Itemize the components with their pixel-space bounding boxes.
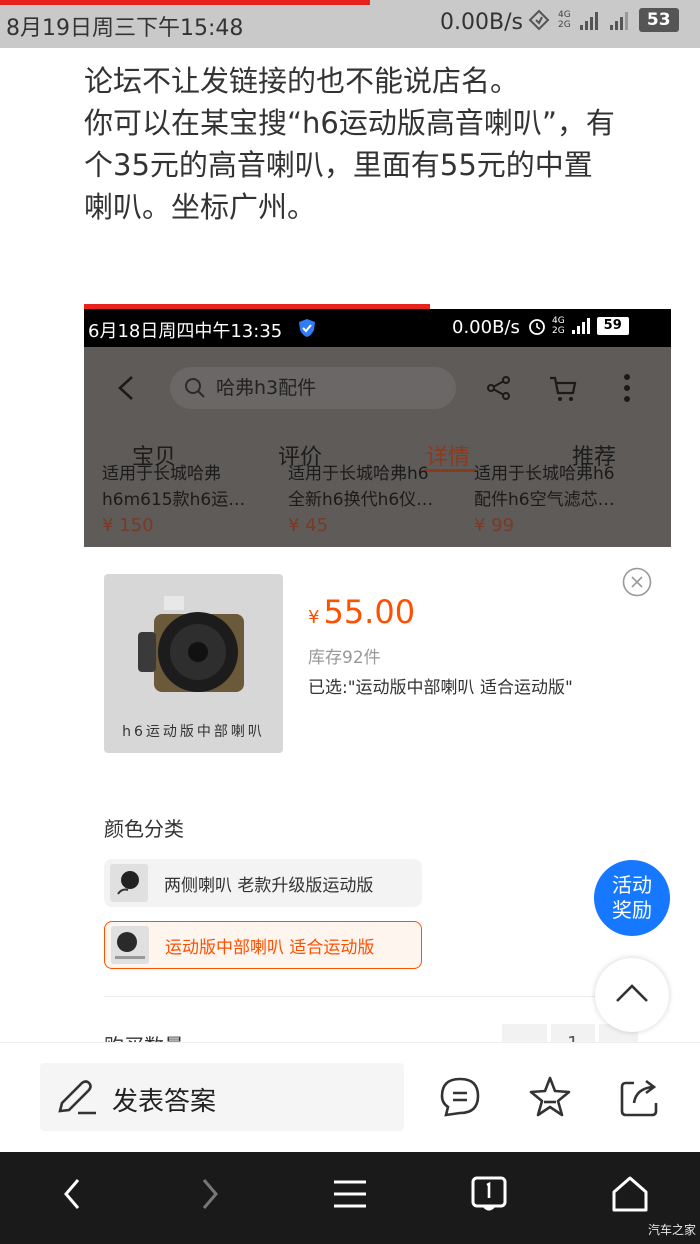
embedded-signal-icon	[571, 318, 590, 334]
currency-symbol: ¥	[308, 607, 320, 628]
embedded-network-speed: 0.00B/s	[452, 317, 520, 338]
embedded-search-box[interactable]: 哈弗h3配件	[170, 367, 456, 409]
status-icons: 4G 2G 53	[528, 8, 679, 32]
more-vertical-icon[interactable]	[622, 373, 632, 403]
home-icon[interactable]	[610, 1174, 650, 1214]
product-card[interactable]: 适用于长城哈弗h6 配件h6空气滤芯… ¥ 99	[474, 461, 644, 539]
product-price: ¥ 99	[474, 515, 515, 536]
activity-reward-badge[interactable]: 活动 奖励	[594, 860, 670, 936]
system-nav-bar: 汽车之家	[0, 1152, 700, 1244]
battery-indicator: 53	[638, 8, 679, 32]
embedded-network-type: 4G 2G	[552, 316, 565, 336]
signal-icon-2	[609, 12, 628, 30]
speaker-option-image	[117, 871, 139, 895]
alarm-clock-icon	[529, 319, 545, 335]
embedded-battery-indicator: 59	[596, 317, 629, 335]
loading-progress-line	[0, 0, 370, 5]
sku-selection-sheet: h6运动版中部喇叭 ¥55.00 库存92件 已选:"运动版中部喇叭 适合运动版…	[84, 547, 671, 1044]
signal-icon	[579, 12, 598, 30]
post-line: 论坛不让发链接的也不能说店名。	[84, 64, 520, 98]
badge-line-1: 活动	[612, 873, 652, 897]
search-placeholder: 哈弗h3配件	[216, 377, 317, 399]
speaker-product-image	[138, 596, 244, 692]
reply-input[interactable]: 发表答案	[40, 1063, 404, 1131]
post-line: 喇叭。坐标广州。	[84, 190, 317, 224]
post-line: 个35元的高音喇叭，里面有55元的中置	[84, 148, 593, 182]
product-card[interactable]: 适用于长城哈弗h6 全新h6换代h6仪… ¥ 45	[288, 461, 458, 539]
close-icon[interactable]	[622, 567, 652, 597]
product-title-top: 适用于长城哈弗h6	[288, 464, 429, 484]
product-thumbnail: h6运动版中部喇叭	[104, 574, 283, 753]
network-type-label: 4G 2G	[558, 10, 571, 30]
alarm-icon	[528, 9, 550, 31]
tabs-icon[interactable]	[470, 1174, 508, 1214]
price-value: 55.00	[323, 593, 416, 631]
watermark-logo: 汽车之家	[647, 1223, 696, 1237]
browser-forward-icon[interactable]	[198, 1174, 222, 1214]
star-favorite-icon[interactable]	[528, 1075, 572, 1119]
verified-shield-icon	[299, 319, 315, 337]
badge-line-2: 奖励	[612, 898, 652, 922]
status-bar: 8月19日周三下午15:48 0.00B/s 4G 2G 53	[0, 0, 700, 48]
thumbnail-caption: h6运动版中部喇叭	[122, 724, 265, 740]
embedded-screenshot[interactable]: 6月18日周四中午13:35 0.00B/s 4G 2G 59 哈弗h3配件 宝贝…	[84, 304, 671, 1044]
product-title: 全新h6换代h6仪…	[288, 490, 434, 510]
color-option-center-speaker[interactable]: 运动版中部喇叭 适合运动版	[104, 921, 422, 969]
embedded-status-time: 6月18日周四中午13:35	[88, 321, 283, 342]
status-time: 8月19日周三下午15:48	[6, 16, 244, 41]
embedded-product-strip: 适用于长城哈弗 h6m615款h6运… ¥ 150 适用于长城哈弗h6 全新h6…	[84, 464, 671, 555]
divider	[104, 996, 651, 997]
product-title: h6m615款h6运…	[102, 490, 246, 510]
pen-icon	[58, 1080, 96, 1115]
dimmed-product-page: 哈弗h3配件 宝贝 评价 详情 推荐 适用于长城哈弗 h6m615款h6运… ¥…	[84, 347, 671, 547]
product-title: 配件h6空气滤芯…	[474, 490, 615, 510]
reply-bar: 发表答案	[0, 1042, 700, 1152]
post-line: 你可以在某宝搜“h6运动版高音喇叭”，有	[84, 106, 615, 140]
product-title-top: 适用于长城哈弗	[102, 464, 221, 484]
color-option-side-speakers[interactable]: 两侧喇叭 老款升级版运动版	[104, 859, 422, 907]
menu-icon[interactable]	[332, 1174, 368, 1214]
browser-back-icon[interactable]	[60, 1174, 84, 1214]
option-label: 运动版中部喇叭 适合运动版	[165, 937, 375, 958]
speaker-option-image	[115, 932, 145, 959]
comment-icon[interactable]	[438, 1075, 482, 1119]
selected-price: ¥55.00	[308, 593, 415, 631]
product-price: ¥ 45	[288, 515, 329, 536]
quantity-decrease[interactable]	[502, 1024, 547, 1044]
post-body: 论坛不让发链接的也不能说店名。 你可以在某宝搜“h6运动版高音喇叭”，有 个35…	[84, 60, 684, 228]
embedded-status-bar: 6月18日周四中午13:35 0.00B/s 4G 2G 59	[84, 309, 671, 347]
status-network-speed: 0.00B/s	[440, 10, 523, 35]
search-icon	[185, 378, 205, 398]
embedded-top-bar: 哈弗h3配件	[84, 347, 671, 427]
product-price: ¥ 150	[102, 515, 154, 536]
embedded-status-icons: 4G 2G 59	[528, 316, 629, 336]
cart-icon[interactable]	[548, 375, 578, 403]
scroll-to-top-button[interactable]	[595, 958, 669, 1032]
embedded-network-4g: 4G	[552, 316, 565, 326]
option-label: 两侧喇叭 老款升级版运动版	[164, 875, 374, 896]
network-4g: 4G	[558, 10, 571, 20]
share-out-icon[interactable]	[618, 1075, 662, 1119]
reply-placeholder: 发表答案	[112, 1087, 217, 1117]
color-section-title: 颜色分类	[104, 817, 184, 841]
product-title-top: 适用于长城哈弗h6	[474, 464, 615, 484]
stock-count: 库存92件	[308, 648, 381, 668]
network-2g: 2G	[558, 20, 571, 30]
selected-variant: 已选:"运动版中部喇叭 适合运动版"	[308, 678, 573, 698]
option-thumbnail	[111, 926, 149, 964]
chevron-up-icon	[616, 984, 648, 1002]
quantity-value[interactable]: 1	[550, 1024, 596, 1044]
share-icon[interactable]	[486, 375, 512, 401]
embedded-network-2g: 2G	[552, 326, 565, 336]
option-thumbnail	[110, 864, 148, 902]
product-card[interactable]: 适用于长城哈弗 h6m615款h6运… ¥ 150	[102, 461, 272, 539]
back-arrow-icon[interactable]	[116, 375, 136, 401]
